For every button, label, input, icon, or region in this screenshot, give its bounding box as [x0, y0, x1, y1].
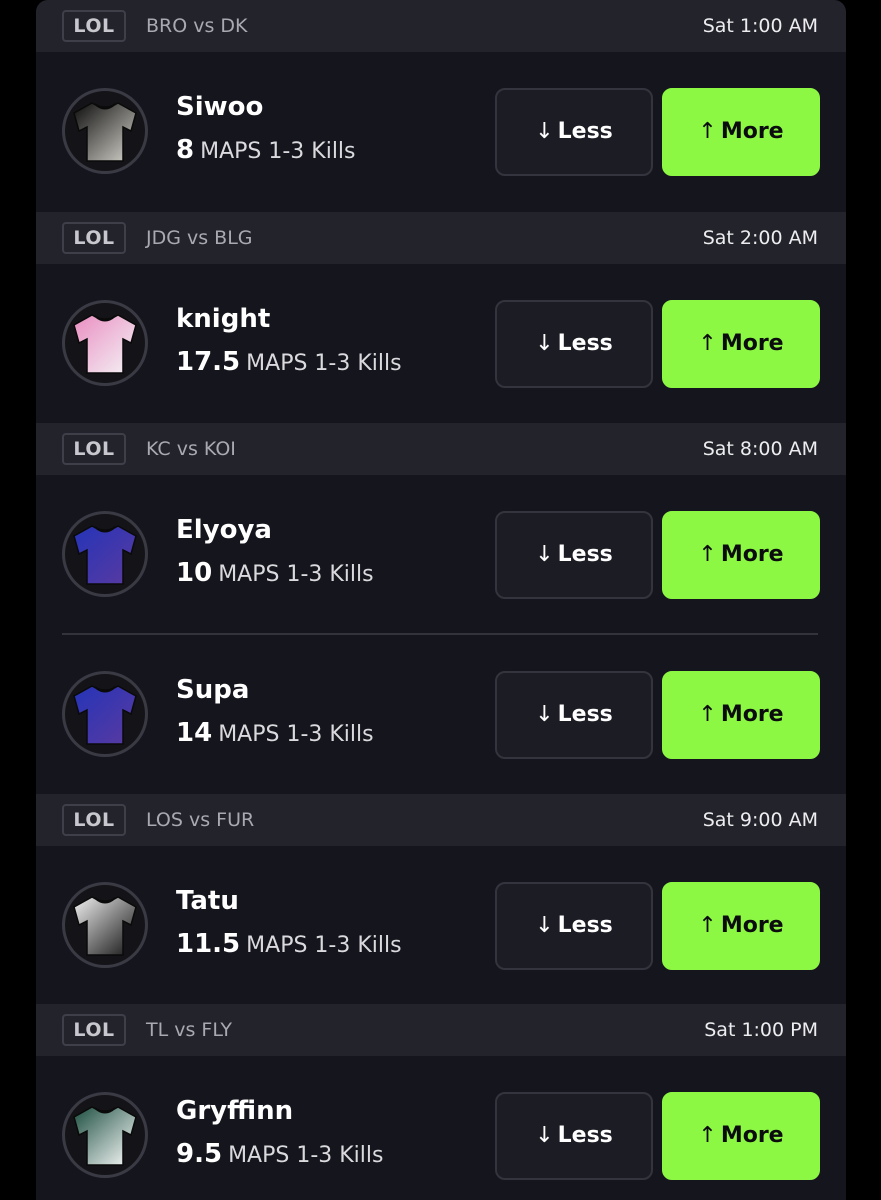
more-button[interactable]: ↑ More [662, 882, 820, 970]
more-button[interactable]: ↑ More [662, 511, 820, 599]
league-badge: LOL [62, 1014, 126, 1046]
arrow-down-icon: ↓ [535, 119, 554, 144]
line-value: 8 [176, 135, 195, 165]
less-label: Less [557, 702, 613, 727]
less-button[interactable]: ↓ Less [495, 671, 653, 759]
player-row: Supa 14 MAPS 1-3 Kills ↓ Less ↑ More [36, 635, 846, 795]
player-name: knight [176, 304, 271, 334]
player-name: Tatu [176, 886, 239, 916]
arrow-down-icon: ↓ [535, 542, 554, 567]
line-value: 17.5 [176, 347, 241, 377]
stat-label: MAPS 1-3 Kills [218, 722, 374, 747]
jersey-avatar [62, 671, 148, 757]
arrow-down-icon: ↓ [535, 702, 554, 727]
match-time: Sat 1:00 PM [704, 1019, 818, 1041]
league-badge: LOL [62, 804, 126, 836]
less-label: Less [557, 913, 613, 938]
line-value: 10 [176, 558, 213, 588]
player-name: Supa [176, 675, 250, 705]
less-button[interactable]: ↓ Less [495, 1092, 653, 1180]
stat-label: MAPS 1-3 Kills [228, 1143, 384, 1168]
projection-list: LOL BRO vs DK Sat 1:00 AM Siwoo 8 MAPS 1-… [36, 0, 846, 1200]
more-button[interactable]: ↑ More [662, 88, 820, 176]
matchup-label: TL vs FLY [146, 1019, 233, 1041]
stat-label: MAPS 1-3 Kills [200, 139, 356, 164]
more-label: More [720, 331, 784, 356]
projection-line: 10 MAPS 1-3 Kills [176, 557, 374, 592]
projection-line: 17.5 MAPS 1-3 Kills [176, 346, 402, 381]
more-label: More [720, 119, 784, 144]
arrow-down-icon: ↓ [535, 913, 554, 938]
more-label: More [720, 913, 784, 938]
matchup-label: KC vs KOI [146, 438, 236, 460]
jersey-icon [73, 896, 137, 956]
less-label: Less [557, 542, 613, 567]
less-button[interactable]: ↓ Less [495, 88, 653, 176]
more-label: More [720, 542, 784, 567]
league-badge: LOL [62, 10, 126, 42]
match-header: LOL TL vs FLY Sat 1:00 PM [36, 1004, 846, 1056]
player-name: Elyoya [176, 515, 272, 545]
projection-line: 14 MAPS 1-3 Kills [176, 717, 374, 752]
projection-line: 9.5 MAPS 1-3 Kills [176, 1138, 383, 1173]
match-time: Sat 9:00 AM [702, 809, 818, 831]
match-time: Sat 2:00 AM [702, 227, 818, 249]
arrow-up-icon: ↑ [698, 1123, 717, 1148]
player-row: Tatu 11.5 MAPS 1-3 Kills ↓ Less ↑ More [36, 846, 846, 1006]
jersey-icon [73, 314, 137, 374]
stat-label: MAPS 1-3 Kills [246, 933, 402, 958]
arrow-up-icon: ↑ [698, 119, 717, 144]
matchup-label: BRO vs DK [146, 15, 248, 37]
match-header: LOL JDG vs BLG Sat 2:00 AM [36, 212, 846, 264]
arrow-down-icon: ↓ [535, 331, 554, 356]
player-name: Siwoo [176, 92, 264, 122]
stat-label: MAPS 1-3 Kills [246, 351, 402, 376]
line-value: 11.5 [176, 929, 241, 959]
more-label: More [720, 1123, 784, 1148]
arrow-up-icon: ↑ [698, 542, 717, 567]
matchup-label: JDG vs BLG [146, 227, 253, 249]
league-badge: LOL [62, 433, 126, 465]
player-row: knight 17.5 MAPS 1-3 Kills ↓ Less ↑ More [36, 264, 846, 424]
line-value: 14 [176, 718, 213, 748]
less-button[interactable]: ↓ Less [495, 300, 653, 388]
more-button[interactable]: ↑ More [662, 671, 820, 759]
less-label: Less [557, 331, 613, 356]
match-time: Sat 8:00 AM [702, 438, 818, 460]
match-header: LOL BRO vs DK Sat 1:00 AM [36, 0, 846, 52]
match-time: Sat 1:00 AM [702, 15, 818, 37]
player-row: Elyoya 10 MAPS 1-3 Kills ↓ Less ↑ More [36, 475, 846, 635]
arrow-up-icon: ↑ [698, 913, 717, 938]
jersey-avatar [62, 1092, 148, 1178]
stat-label: MAPS 1-3 Kills [218, 562, 374, 587]
jersey-avatar [62, 300, 148, 386]
arrow-up-icon: ↑ [698, 331, 717, 356]
jersey-avatar [62, 882, 148, 968]
player-row: Gryffinn 9.5 MAPS 1-3 Kills ↓ Less ↑ More [36, 1056, 846, 1200]
line-value: 9.5 [176, 1139, 223, 1169]
more-button[interactable]: ↑ More [662, 1092, 820, 1180]
match-header: LOL KC vs KOI Sat 8:00 AM [36, 423, 846, 475]
jersey-icon [73, 685, 137, 745]
projection-line: 11.5 MAPS 1-3 Kills [176, 928, 402, 963]
arrow-down-icon: ↓ [535, 1123, 554, 1148]
match-header: LOL LOS vs FUR Sat 9:00 AM [36, 794, 846, 846]
jersey-avatar [62, 511, 148, 597]
projection-line: 8 MAPS 1-3 Kills [176, 134, 356, 169]
jersey-icon [73, 102, 137, 162]
less-button[interactable]: ↓ Less [495, 511, 653, 599]
player-row: Siwoo 8 MAPS 1-3 Kills ↓ Less ↑ More [36, 52, 846, 212]
league-badge: LOL [62, 222, 126, 254]
more-label: More [720, 702, 784, 727]
less-label: Less [557, 119, 613, 144]
arrow-up-icon: ↑ [698, 702, 717, 727]
player-name: Gryffinn [176, 1096, 294, 1126]
more-button[interactable]: ↑ More [662, 300, 820, 388]
jersey-icon [73, 1106, 137, 1166]
less-button[interactable]: ↓ Less [495, 882, 653, 970]
less-label: Less [557, 1123, 613, 1148]
jersey-icon [73, 525, 137, 585]
matchup-label: LOS vs FUR [146, 809, 255, 831]
jersey-avatar [62, 88, 148, 174]
